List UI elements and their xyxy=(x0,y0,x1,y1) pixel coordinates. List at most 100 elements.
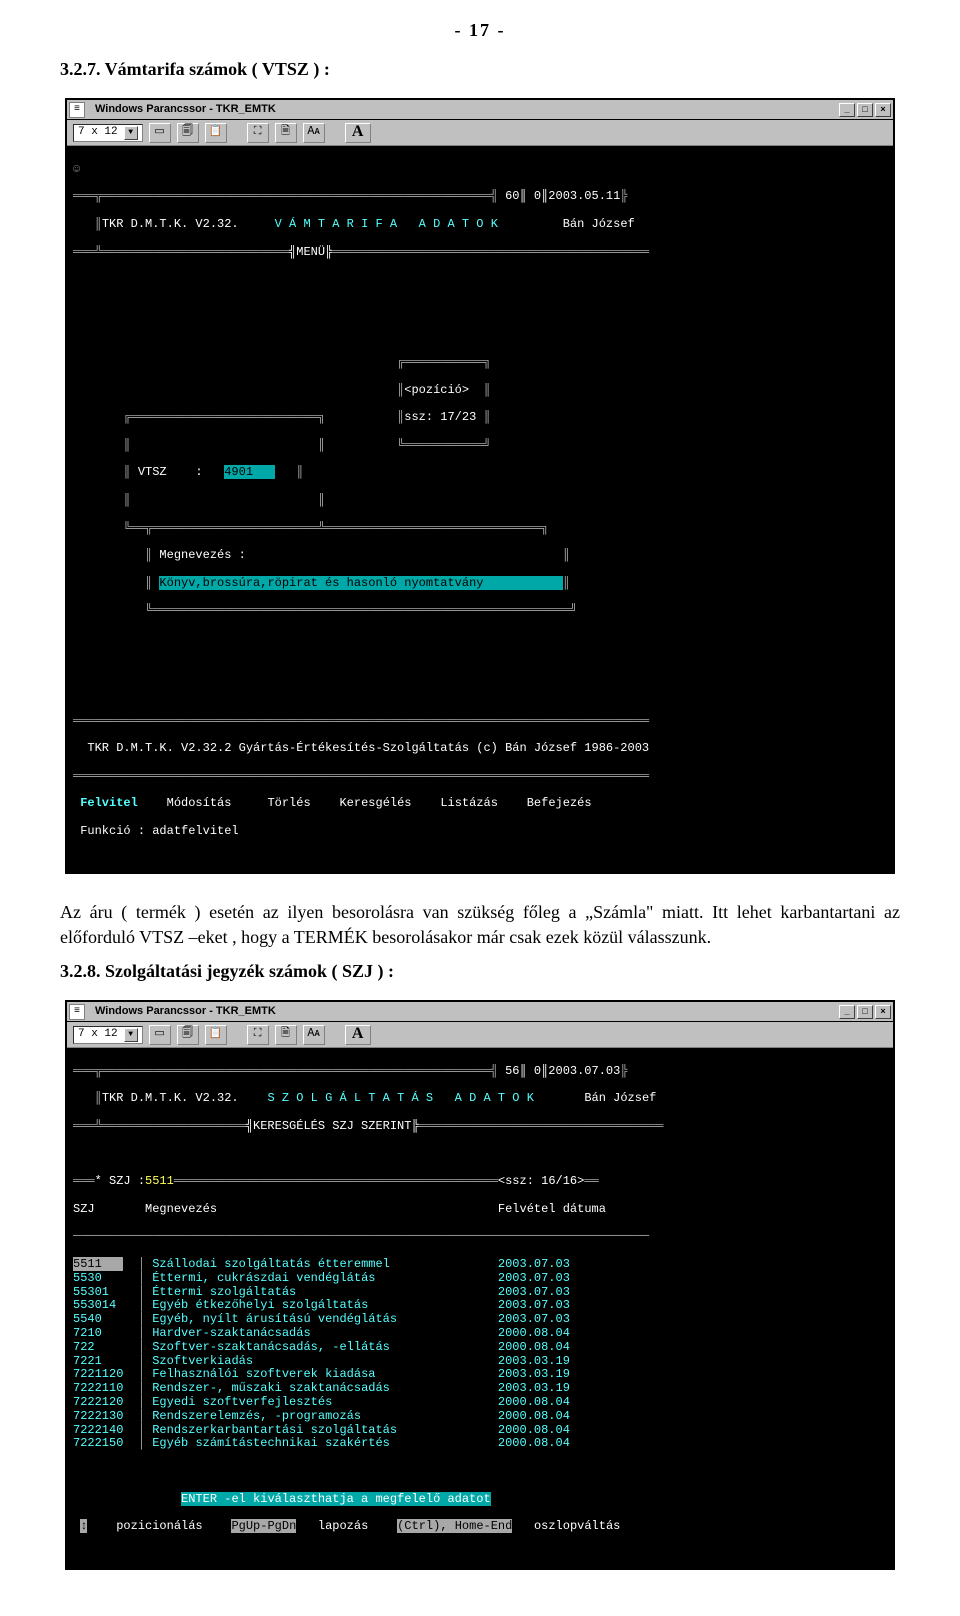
vtsz-field-value[interactable]: 4901 xyxy=(224,465,253,479)
window-title: Windows Parancssor - TKR_EMTK xyxy=(89,103,282,116)
minimize-button[interactable]: _ xyxy=(839,1005,855,1019)
cell-szj: 7221120 xyxy=(73,1367,123,1381)
table-row[interactable]: 7222140 │ Rendszerkarbantartási szolgált… xyxy=(73,1424,887,1438)
background-icon[interactable]: 🗛 xyxy=(303,1025,325,1045)
cell-datum: 2000.08.04 xyxy=(498,1409,570,1423)
screenshot-vtsz-window: ≡ Windows Parancssor - TKR_EMTK _ □ × 7 … xyxy=(65,98,895,874)
cell-szj: 553014 xyxy=(73,1298,123,1312)
paste-icon[interactable]: 📋 xyxy=(205,123,227,143)
cell-szj: 7210 xyxy=(73,1326,123,1340)
vtsz-field-label: VTSZ : xyxy=(138,465,203,479)
table-row[interactable]: 5511 │ Szállodai szolgáltatás étteremmel… xyxy=(73,1258,887,1272)
cell-szj: 5540 xyxy=(73,1312,123,1326)
cell-szj: 5530 xyxy=(73,1271,123,1285)
col-megnevezes: Megnevezés xyxy=(145,1202,217,1216)
menu-row: Felvitel Módosítás Törlés Keresgélés Lis… xyxy=(73,797,887,811)
help-pgup: PgUp-PgDn xyxy=(231,1519,296,1533)
menu-listazas[interactable]: Listázás xyxy=(440,796,498,810)
table-row[interactable]: 5530 │ Éttermi, cukrászdai vendéglátás 2… xyxy=(73,1272,887,1286)
cell-datum: 2003.07.03 xyxy=(498,1312,570,1326)
cell-megnevezes: Felhasználói szoftverek kiadása xyxy=(152,1367,498,1381)
menu-keresgeles[interactable]: Keresgélés xyxy=(339,796,411,810)
header-title: V Á M T A R I F A A D A T O K xyxy=(275,217,498,231)
font-size-combo[interactable]: 7 x 12 ▼ xyxy=(73,124,143,142)
maximize-button[interactable]: □ xyxy=(857,1005,873,1019)
ssz-counter: <ssz: 16/16> xyxy=(498,1174,584,1188)
chevron-down-icon[interactable]: ▼ xyxy=(124,126,138,140)
menu-befejezes[interactable]: Befejezés xyxy=(527,796,592,810)
menu-label: ╣MENÜ╠ xyxy=(289,245,332,259)
cell-szj: 7221 xyxy=(73,1354,123,1368)
cell-szj: 7222140 xyxy=(73,1423,123,1437)
titlebar: ≡ Windows Parancssor - TKR_EMTK _ □ × xyxy=(67,1002,893,1022)
properties-icon[interactable]: 🗎 xyxy=(275,1025,297,1045)
font-a-icon[interactable]: A xyxy=(345,123,371,143)
cell-datum: 2000.08.04 xyxy=(498,1340,570,1354)
table-row[interactable]: 7210 │ Hardver-szaktanácsadás 2000.08.04 xyxy=(73,1327,887,1341)
help-oszlop: oszlopváltás xyxy=(534,1519,620,1533)
close-button[interactable]: × xyxy=(875,1005,891,1019)
font-size-combo[interactable]: 7 x 12 ▼ xyxy=(73,1026,143,1044)
table-row[interactable]: 7221 │ Szoftverkiadás 2003.03.19 xyxy=(73,1355,887,1369)
minimize-button[interactable]: _ xyxy=(839,103,855,117)
table-row[interactable]: 7222130 │ Rendszerelemzés, -programozás … xyxy=(73,1410,887,1424)
cell-megnevezes: Éttermi szolgáltatás xyxy=(152,1285,498,1299)
maximize-button[interactable]: □ xyxy=(857,103,873,117)
font-a-icon[interactable]: A xyxy=(345,1025,371,1045)
toolbar: 7 x 12 ▼ ▭ 🗐 📋 ⛶ 🗎 🗛 A xyxy=(67,1022,893,1048)
smiley-icon: ☺ xyxy=(73,162,80,176)
properties-icon[interactable]: 🗎 xyxy=(275,123,297,143)
copy-icon[interactable]: 🗐 xyxy=(177,123,199,143)
header-author: Bán József xyxy=(563,217,635,231)
submenu-label: ╣KERESGÉLÉS SZJ SZERINT╠ xyxy=(246,1119,419,1133)
help-enter: ENTER -el kiválaszthatja a megfelelő ada… xyxy=(181,1492,491,1506)
menu-modositas[interactable]: Módosítás xyxy=(167,796,232,810)
table-row[interactable]: 722 │ Szoftver-szaktanácsadás, -ellátás … xyxy=(73,1341,887,1355)
cell-datum: 2003.07.03 xyxy=(498,1257,570,1271)
chevron-down-icon[interactable]: ▼ xyxy=(124,1028,138,1042)
cell-megnevezes: Rendszer-, műszaki szaktanácsadás xyxy=(152,1381,498,1395)
close-button[interactable]: × xyxy=(875,103,891,117)
cell-megnevezes: Hardver-szaktanácsadás xyxy=(152,1326,498,1340)
menu-felvitel[interactable]: Felvitel xyxy=(80,796,138,810)
cell-datum: 2000.08.04 xyxy=(498,1423,570,1437)
megnevezes-label: Megnevezés : xyxy=(159,548,245,562)
window-title: Windows Parancssor - TKR_EMTK xyxy=(89,1005,282,1018)
system-menu-icon[interactable]: ≡ xyxy=(69,102,85,118)
header-title: S Z O L G Á L T A T Á S A D A T O K xyxy=(267,1091,533,1105)
mark-icon[interactable]: ▭ xyxy=(149,123,171,143)
copy-icon[interactable]: 🗐 xyxy=(177,1025,199,1045)
cell-datum: 2000.08.04 xyxy=(498,1326,570,1340)
table-row[interactable]: 553014 │ Egyéb étkezőhelyi szolgáltatás … xyxy=(73,1299,887,1313)
cell-datum: 2003.03.19 xyxy=(498,1381,570,1395)
position-label: <pozíció> xyxy=(404,383,469,397)
menu-torles[interactable]: Törlés xyxy=(267,796,310,810)
dos-screen: ═══╦════════════════════════════════════… xyxy=(67,1048,893,1567)
cell-datum: 2000.08.04 xyxy=(498,1395,570,1409)
screenshot-szj-window: ≡ Windows Parancssor - TKR_EMTK _ □ × 7 … xyxy=(65,1000,895,1569)
system-menu-icon[interactable]: ≡ xyxy=(69,1004,85,1020)
cell-megnevezes: Rendszerelemzés, -programozás xyxy=(152,1409,498,1423)
cell-datum: 2003.07.03 xyxy=(498,1271,570,1285)
cell-megnevezes: Egyéb számítástechnikai szakértés xyxy=(152,1436,498,1450)
combo-value: 7 x 12 xyxy=(78,126,118,139)
search-value[interactable]: 5511 xyxy=(145,1174,174,1188)
table-row[interactable]: 7222110 │ Rendszer-, műszaki szaktanácsa… xyxy=(73,1382,887,1396)
header-program: TKR D.M.T.K. V2.32. xyxy=(102,1091,239,1105)
table-row[interactable]: 7221120 │ Felhasználói szoftverek kiadás… xyxy=(73,1368,887,1382)
table-row[interactable]: 5540 │ Egyéb, nyílt árusítású vendéglátá… xyxy=(73,1313,887,1327)
background-icon[interactable]: 🗛 xyxy=(303,123,325,143)
cell-szj: 7222110 xyxy=(73,1381,123,1395)
dos-screen: ☺ ═══╦══════════════════════════════════… xyxy=(67,146,893,872)
table-row[interactable]: 7222120 │ Egyedi szoftverfejlesztés 2000… xyxy=(73,1396,887,1410)
table-row[interactable]: 7222150 │ Egyéb számítástechnikai szakér… xyxy=(73,1437,887,1451)
cell-megnevezes: Szállodai szolgáltatás étteremmel xyxy=(152,1257,498,1271)
paste-icon[interactable]: 📋 xyxy=(205,1025,227,1045)
toolbar: 7 x 12 ▼ ▭ 🗐 📋 ⛶ 🗎 🗛 A xyxy=(67,120,893,146)
fullscreen-icon[interactable]: ⛶ xyxy=(247,1025,269,1045)
mark-icon[interactable]: ▭ xyxy=(149,1025,171,1045)
table-row[interactable]: 55301 │ Éttermi szolgáltatás 2003.07.03 xyxy=(73,1286,887,1300)
section-3-2-8-heading: 3.2.8. Szolgáltatási jegyzék számok ( SZ… xyxy=(60,961,900,982)
megnevezes-value[interactable]: Könyv,brossúra,röpirat és hasonló nyomta… xyxy=(159,576,483,590)
fullscreen-icon[interactable]: ⛶ xyxy=(247,123,269,143)
